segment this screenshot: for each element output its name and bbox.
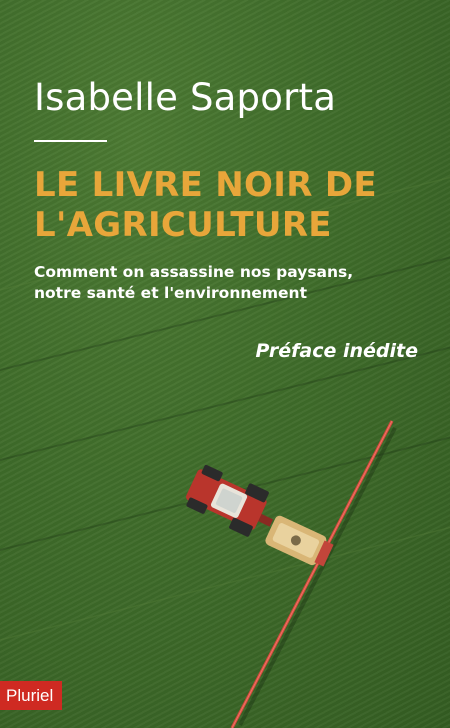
publisher-logo: Pluriel: [0, 681, 63, 710]
tractor-sprayer-illustration: [186, 420, 397, 728]
tractor: [186, 464, 269, 537]
book-cover: Isabelle Saporta LE LIVRE NOIR DE L'AGRI…: [0, 0, 450, 728]
sprayer-trailer: [265, 515, 334, 567]
publisher-name: Pluriel: [6, 685, 54, 705]
